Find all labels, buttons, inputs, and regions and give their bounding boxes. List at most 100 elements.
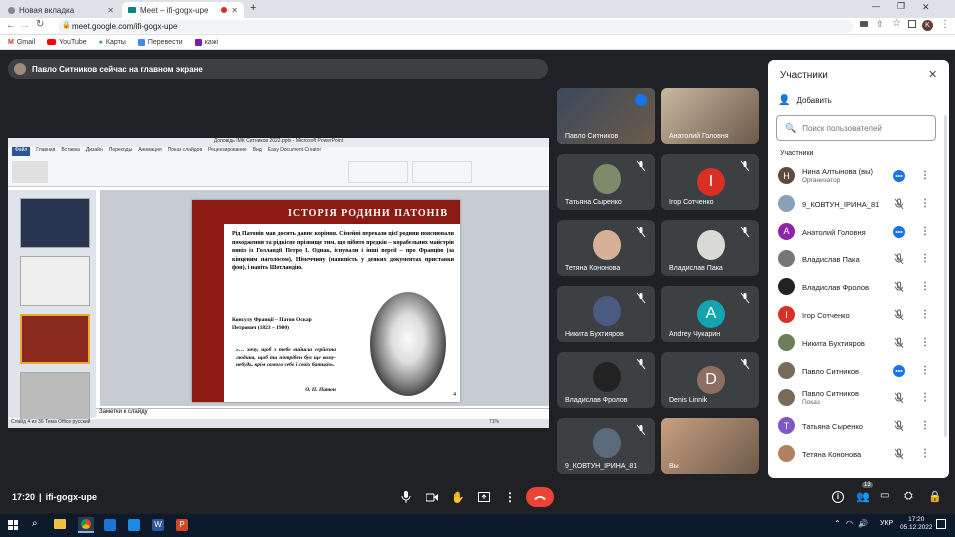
tray-chevron-icon[interactable]: ⌃ (834, 519, 841, 528)
mic-off-icon[interactable] (893, 420, 905, 432)
slide-thumbnail[interactable] (20, 314, 90, 364)
side-panel-icon[interactable] (908, 20, 916, 28)
close-window-button[interactable]: ✕ (922, 2, 930, 13)
forward-icon[interactable]: → (20, 20, 30, 31)
participant-row[interactable]: Никита Бухтияров ⋮ (768, 329, 949, 357)
word-icon[interactable]: W (152, 519, 164, 531)
powerpoint-icon[interactable]: P (176, 519, 188, 531)
participant-options-icon[interactable]: ⋮ (920, 170, 930, 182)
participant-row[interactable]: Н Нина Алтынова (вы) Организатор ⋮ (768, 162, 949, 190)
ribbon-tab[interactable]: Дизайн (86, 147, 103, 156)
camera-indicator-icon[interactable] (860, 21, 868, 27)
mic-button[interactable] (396, 487, 416, 507)
participant-tile[interactable]: D Denis Linnik (661, 352, 759, 408)
bookmark-star-icon[interactable]: ☆ (892, 18, 901, 29)
chat-icon[interactable]: ▭ (880, 490, 889, 501)
menu-kebab-icon[interactable]: ⋮ (940, 19, 950, 30)
participant-tile[interactable]: Вы (661, 418, 759, 474)
mic-off-icon[interactable] (893, 281, 905, 293)
mic-off-icon[interactable] (893, 198, 905, 210)
scrollbar[interactable] (944, 115, 947, 437)
search-box[interactable]: 🔍 (776, 115, 936, 141)
notifications-icon[interactable] (936, 519, 946, 529)
telegram-icon[interactable] (128, 519, 140, 531)
participant-row[interactable]: Павло Ситников ⋮ (768, 357, 949, 385)
participant-row[interactable]: Т Татьяна Сыренко ⋮ (768, 412, 949, 440)
participant-tile[interactable]: Никита Бухтияров (557, 286, 655, 342)
clock[interactable]: 17:20 05.12.2022 (900, 516, 933, 532)
url-input[interactable]: 🔒 meet.google.com/ifi-gogx-upe (58, 20, 853, 33)
search-icon[interactable]: ⌕ (32, 518, 38, 529)
new-tab-button[interactable]: + (250, 2, 256, 14)
participant-options-icon[interactable]: ⋮ (920, 365, 930, 377)
add-people-button[interactable]: 👤 Добавить (778, 95, 832, 106)
search-input[interactable] (802, 123, 923, 133)
participant-tile[interactable]: Павло Ситников (557, 88, 655, 144)
participant-options-icon[interactable]: ⋮ (920, 448, 930, 460)
slide-thumbnail[interactable] (20, 372, 90, 422)
participant-tile[interactable]: Владислав Пака (661, 220, 759, 276)
participant-tile[interactable]: A Andrey Чукарин (661, 286, 759, 342)
more-options-button[interactable]: ⋮ (500, 487, 520, 507)
ribbon-tab[interactable]: Показ слайдов (168, 147, 202, 156)
mic-off-icon[interactable] (893, 309, 905, 321)
mic-off-icon[interactable] (893, 448, 905, 460)
wifi-icon[interactable]: ◠ (846, 519, 853, 528)
mic-active-icon[interactable] (893, 170, 905, 182)
close-tab-icon[interactable]: ✕ (231, 6, 238, 15)
share-icon[interactable]: ⇧ (876, 19, 884, 30)
participant-tile[interactable]: Татьяна Сыренко (557, 154, 655, 210)
slide-thumbnail[interactable] (20, 198, 90, 248)
mic-active-icon[interactable] (893, 364, 905, 377)
close-panel-icon[interactable]: ✕ (928, 68, 937, 81)
participant-options-icon[interactable]: ⋮ (920, 392, 930, 404)
participant-row[interactable]: 9_КОВТУН_ІРИНА_81 ⋮ (768, 190, 949, 218)
participant-row[interactable]: А Анатолий Головня ⋮ (768, 218, 949, 246)
present-button[interactable] (474, 487, 494, 507)
ribbon-tab[interactable]: Вставка (61, 147, 80, 156)
mic-off-icon[interactable] (893, 337, 905, 349)
volume-icon[interactable]: 🔊 (858, 519, 868, 528)
participant-tile[interactable]: Тетяна Кононова (557, 220, 655, 276)
camera-button[interactable] (422, 487, 442, 507)
participant-tile[interactable]: I Ігор Сотченко (661, 154, 759, 210)
language-indicator[interactable]: УКР (880, 520, 893, 527)
bookmark-kazhi[interactable]: кажі (194, 38, 218, 46)
mic-off-icon[interactable] (893, 392, 905, 404)
ribbon-tab[interactable]: Переходы (109, 147, 132, 156)
reload-icon[interactable]: ↻ (36, 19, 44, 30)
minimize-button[interactable]: — (872, 2, 880, 11)
mic-active-icon[interactable] (893, 225, 905, 238)
chrome-taskbar-button[interactable] (78, 517, 94, 533)
participant-tile[interactable]: 9_КОВТУН_ІРИНА_81 (557, 418, 655, 474)
slide-thumbnail[interactable] (20, 256, 90, 306)
slide-notes[interactable]: Заметки к слайду (96, 408, 549, 418)
participant-options-icon[interactable]: ⋮ (920, 253, 930, 265)
participant-row[interactable]: Павло Ситников Показ ⋮ (768, 384, 949, 412)
meeting-details-icon[interactable]: i (832, 491, 844, 503)
people-button[interactable]: 👥 13 (856, 482, 873, 503)
mic-off-icon[interactable] (893, 253, 905, 265)
participant-options-icon[interactable]: ⋮ (920, 226, 930, 238)
bookmark-gmail[interactable]: M Gmail (8, 39, 35, 46)
participant-options-icon[interactable]: ⋮ (920, 309, 930, 321)
raise-hand-button[interactable]: ✋ (448, 487, 468, 507)
participant-row[interactable]: Владислав Фролов ⋮ (768, 273, 949, 301)
windows-start-icon[interactable] (8, 520, 18, 530)
participant-tile[interactable]: Владислав Фролов (557, 352, 655, 408)
bookmark-youtube[interactable]: YouTube (47, 39, 87, 46)
host-controls-icon[interactable]: 🔒 (928, 490, 942, 503)
shared-screen[interactable]: Доповідь ІМК Ситников 2022.pptx - Micros… (8, 138, 549, 428)
participant-options-icon[interactable]: ⋮ (920, 337, 930, 349)
participant-row[interactable]: Тетяна Кононова ⋮ (768, 440, 949, 468)
participant-row[interactable]: I Ігор Сотченко ⋮ (768, 301, 949, 329)
participant-options-icon[interactable]: ⋮ (920, 420, 930, 432)
participant-tile[interactable]: Анатолий Головня (661, 88, 759, 144)
file-explorer-icon[interactable] (54, 519, 66, 529)
maximize-button[interactable]: ❐ (897, 1, 905, 12)
ribbon-tab[interactable]: Вид (253, 147, 262, 156)
activities-icon[interactable]: ⛭ (904, 490, 913, 503)
leave-call-button[interactable] (526, 487, 554, 507)
ribbon-tab[interactable]: Файл (12, 147, 31, 156)
ribbon-tab[interactable]: Easy Document Creator (268, 147, 321, 156)
